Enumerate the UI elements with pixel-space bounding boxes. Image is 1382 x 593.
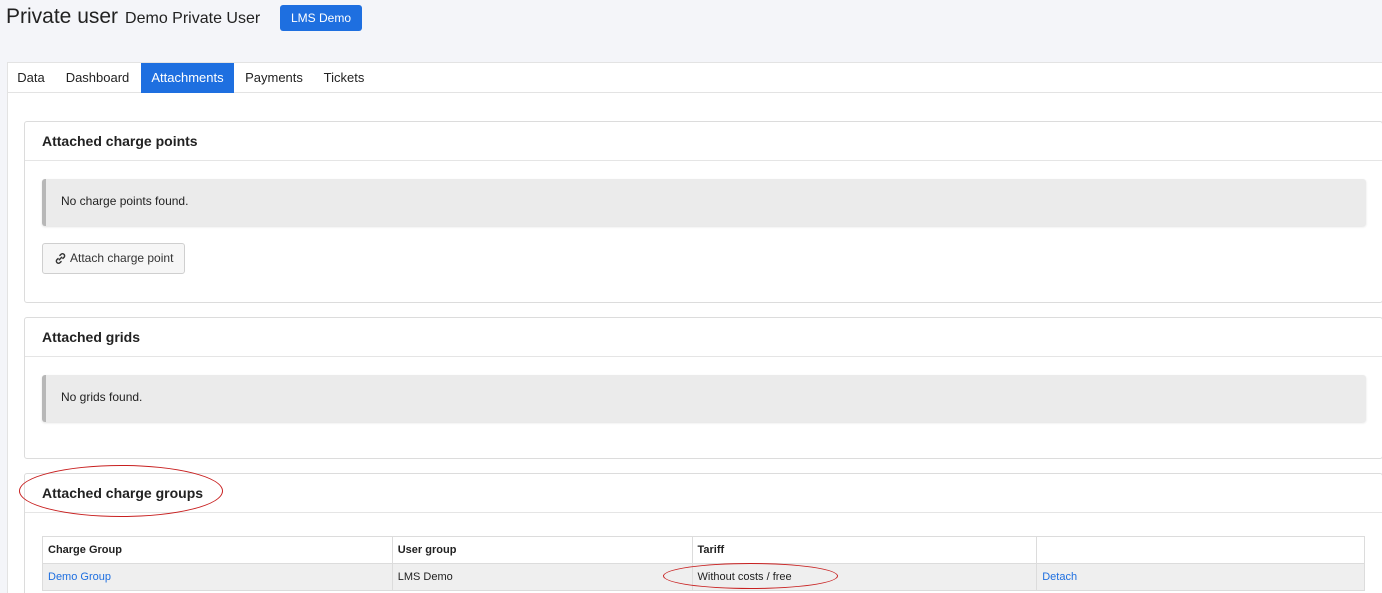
tab-data[interactable]: Data xyxy=(8,63,54,93)
grids-empty-alert: No grids found. xyxy=(42,375,1366,422)
charge-group-cell: Demo Group xyxy=(42,563,393,591)
attach-charge-point-label: Attach charge point xyxy=(70,251,174,265)
table-header-row: Charge Group User group Tariff xyxy=(42,536,1365,564)
table-row: Demo Group LMS Demo Without costs / free… xyxy=(42,563,1365,591)
column-actions xyxy=(1036,536,1365,564)
charge-groups-panel: Attached charge groups Charge Group User… xyxy=(24,473,1382,593)
page-title: Private user Demo Private User xyxy=(6,5,260,29)
entity-kind: Private user xyxy=(6,5,119,28)
charge-points-empty-alert: No charge points found. xyxy=(42,179,1366,226)
tab-bar: Data Dashboard Attachments Payments Tick… xyxy=(8,63,1382,93)
charge-points-title: Attached charge points xyxy=(25,122,1382,161)
charge-groups-table: Charge Group User group Tariff Demo Grou… xyxy=(42,536,1365,591)
tab-payments[interactable]: Payments xyxy=(234,63,314,93)
charge-points-panel: Attached charge points No charge points … xyxy=(24,121,1382,303)
tab-attachments[interactable]: Attachments xyxy=(141,63,234,93)
entity-name: Demo Private User xyxy=(125,10,261,27)
tab-dashboard[interactable]: Dashboard xyxy=(54,63,141,93)
attach-charge-point-button[interactable]: Attach charge point xyxy=(42,243,186,274)
tab-tickets[interactable]: Tickets xyxy=(314,63,374,93)
grids-panel: Attached grids No grids found. xyxy=(24,317,1382,459)
page-header: Private user Demo Private User LMS Demo xyxy=(0,0,1382,62)
charge-group-link[interactable]: Demo Group xyxy=(48,571,111,583)
link-icon xyxy=(55,253,66,264)
column-tariff: Tariff xyxy=(691,536,1038,564)
charge-groups-title: Attached charge groups xyxy=(25,474,1382,513)
column-charge-group: Charge Group xyxy=(42,536,393,564)
tariff-cell: Without costs / free xyxy=(691,563,1038,591)
group-badge[interactable]: LMS Demo xyxy=(280,5,363,31)
action-cell: Detach xyxy=(1036,563,1365,591)
detach-link[interactable]: Detach xyxy=(1042,571,1077,583)
user-group-cell: LMS Demo xyxy=(391,563,693,591)
grids-title: Attached grids xyxy=(25,318,1382,357)
content-area: Data Dashboard Attachments Payments Tick… xyxy=(7,62,1382,593)
column-user-group: User group xyxy=(391,536,693,564)
